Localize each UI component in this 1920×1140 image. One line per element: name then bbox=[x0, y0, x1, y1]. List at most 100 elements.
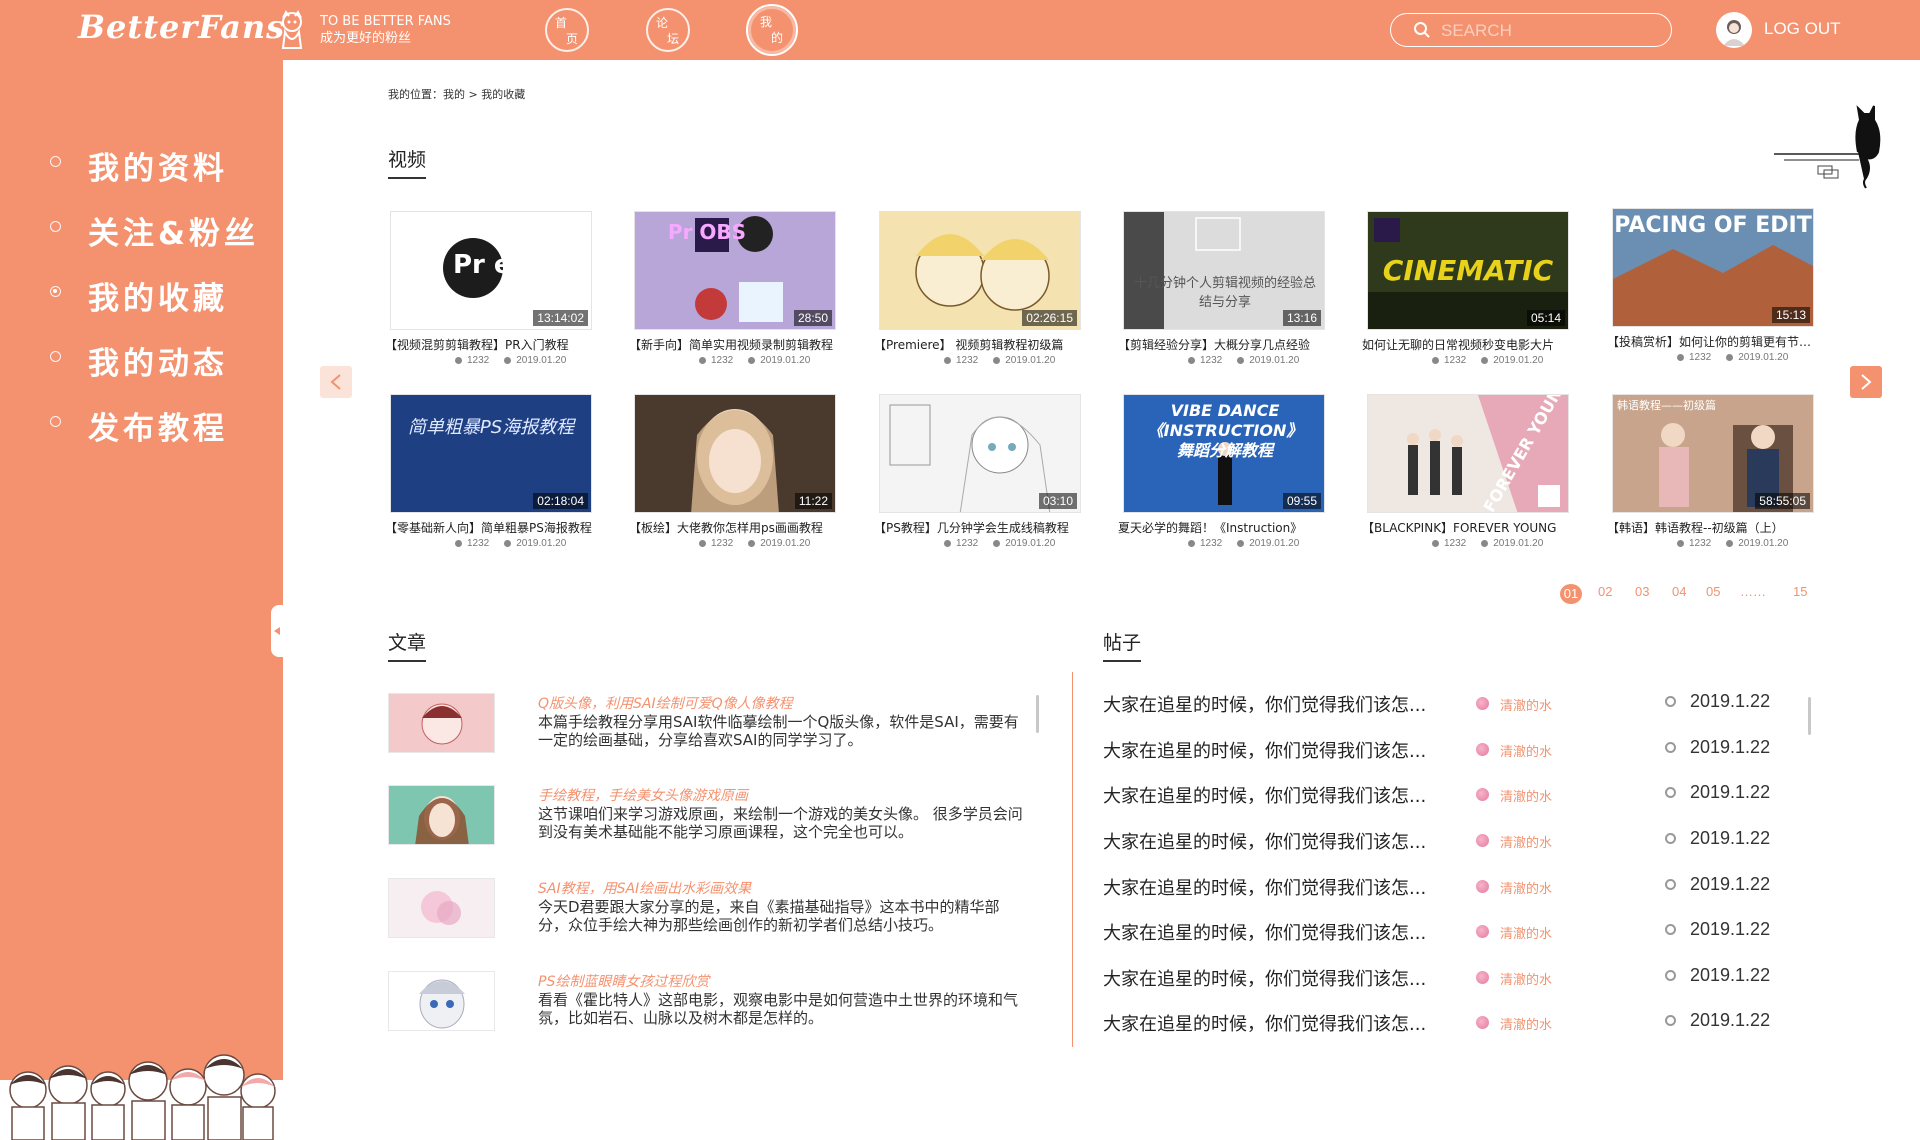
video-title[interactable]: 【零基础新人向】简单粗暴PS海报教程 bbox=[385, 519, 597, 536]
post-row[interactable]: 大家在追星的时候，你们觉得我们该怎... 清澈的水 2019.1.22 bbox=[1103, 1010, 1803, 1036]
sidebar-item-activity[interactable]: 我的动态 bbox=[50, 338, 270, 382]
post-row[interactable]: 大家在追星的时候，你们觉得我们该怎... 清澈的水 2019.1.22 bbox=[1103, 919, 1803, 945]
video-thumbnail[interactable]: 02:26:15 bbox=[879, 211, 1081, 330]
article-title[interactable]: Q版头像，利用SAI绘制可爱Q像人像教程 bbox=[538, 693, 793, 713]
post-author[interactable]: 清澈的水 bbox=[1500, 741, 1552, 760]
video-card[interactable]: CINEMATIC 05:14 如何让无聊的日常视频秒变电影大片 1232 201… bbox=[1362, 211, 1569, 366]
video-card[interactable]: 11:22 【板绘】大佬教你怎样用ps画画教程 1232 2019.01.20 bbox=[629, 394, 836, 549]
video-thumbnail[interactable]: CINEMATIC 05:14 bbox=[1367, 211, 1569, 330]
logo[interactable]: BetterFans bbox=[78, 8, 285, 46]
post-row[interactable]: 大家在追星的时候，你们觉得我们该怎... 清澈的水 2019.1.22 bbox=[1103, 737, 1803, 763]
post-title[interactable]: 大家在追星的时候，你们觉得我们该怎... bbox=[1103, 782, 1426, 808]
video-thumbnail[interactable]: Pr easy 13:14:02 bbox=[390, 211, 592, 330]
page-button-last[interactable]: 15 bbox=[1793, 584, 1807, 599]
search-input[interactable] bbox=[1439, 19, 1663, 43]
video-title[interactable]: 【新手向】简单实用视频录制剪辑教程 bbox=[629, 336, 841, 353]
video-thumbnail[interactable]: 十几分钟个人剪辑视频的经验总结与分享 13:16 bbox=[1123, 211, 1325, 330]
nav-home[interactable]: 首 页 bbox=[545, 8, 589, 52]
article-thumbnail[interactable] bbox=[388, 878, 495, 938]
clock-icon bbox=[1237, 539, 1245, 547]
video-card[interactable]: Pr OBS 28:50 【新手向】简单实用视频录制剪辑教程 1232 2019.… bbox=[629, 211, 836, 366]
post-author[interactable]: 清澈的水 bbox=[1500, 878, 1552, 897]
videos-section-title: 视频 bbox=[388, 145, 427, 179]
page-button-02[interactable]: 02 bbox=[1598, 584, 1612, 599]
post-author[interactable]: 清澈的水 bbox=[1500, 969, 1552, 988]
video-card[interactable]: PACING OF EDIT 15:13 【投稿赏析】如何让你的剪辑更有节奏感 … bbox=[1607, 208, 1819, 363]
sidebar-item-publish[interactable]: 发布教程 bbox=[50, 403, 270, 447]
article-thumbnail[interactable] bbox=[388, 785, 495, 845]
post-title[interactable]: 大家在追星的时候，你们觉得我们该怎... bbox=[1103, 965, 1426, 991]
sidebar-item-follows[interactable]: 关注&粉丝 bbox=[50, 208, 270, 252]
article-title[interactable]: 手绘教程，手绘美女头像游戏原画 bbox=[538, 785, 748, 805]
video-title[interactable]: 【BLACKPINK】FOREVER YOUNG bbox=[1362, 519, 1574, 536]
video-thumbnail[interactable]: 11:22 bbox=[634, 394, 836, 513]
video-card[interactable]: FOREVER YOUNG 【BLACKPINK】FOREVER YOUNG 1… bbox=[1362, 394, 1569, 549]
post-title[interactable]: 大家在追星的时候，你们觉得我们该怎... bbox=[1103, 919, 1426, 945]
sidebar-item-profile[interactable]: 我的资料 bbox=[50, 143, 270, 187]
posts-scrollbar[interactable] bbox=[1808, 697, 1811, 735]
logout-button[interactable]: LOG OUT bbox=[1764, 19, 1841, 39]
post-author[interactable]: 清澈的水 bbox=[1500, 923, 1552, 942]
articles-scrollbar[interactable] bbox=[1036, 695, 1039, 733]
video-title[interactable]: 【PS教程】几分钟学会生成线稿教程 bbox=[874, 519, 1086, 536]
video-title[interactable]: 【剪辑经验分享】大概分享几点经验 bbox=[1118, 336, 1330, 353]
post-title[interactable]: 大家在追星的时候，你们觉得我们该怎... bbox=[1103, 691, 1426, 717]
post-row[interactable]: 大家在追星的时候，你们觉得我们该怎... 清澈的水 2019.1.22 bbox=[1103, 782, 1803, 808]
article-thumbnail[interactable] bbox=[388, 693, 495, 753]
sidebar-item-favorites[interactable]: 我的收藏 bbox=[50, 273, 270, 317]
video-thumbnail[interactable]: FOREVER YOUNG bbox=[1367, 394, 1569, 513]
video-title[interactable]: 夏天必学的舞蹈！《Instruction》 bbox=[1118, 519, 1330, 536]
article-title[interactable]: SAI教程，用SAI绘画出水彩画效果 bbox=[538, 878, 751, 898]
sidebar-collapse-toggle[interactable] bbox=[271, 605, 284, 657]
post-title[interactable]: 大家在追星的时候，你们觉得我们该怎... bbox=[1103, 828, 1426, 854]
article-item[interactable]: PS绘制蓝眼睛女孩过程欣赏 看看《霍比特人》这部电影，观察电影中是如何营造中土世… bbox=[388, 971, 1038, 1041]
video-thumbnail[interactable]: 03:10 bbox=[879, 394, 1081, 513]
video-title[interactable]: 【投稿赏析】如何让你的剪辑更有节奏感 bbox=[1607, 333, 1819, 350]
search-box[interactable] bbox=[1390, 13, 1672, 47]
video-title[interactable]: 【视频混剪剪辑教程】PR入门教程 bbox=[385, 336, 597, 353]
eye-icon bbox=[1677, 353, 1684, 361]
post-author[interactable]: 清澈的水 bbox=[1500, 786, 1552, 805]
video-thumbnail[interactable]: 简单粗暴PS海报教程 02:18:04 bbox=[390, 394, 592, 513]
article-item[interactable]: 手绘教程，手绘美女头像游戏原画 这节课咱们来学习游戏原画，来绘制一个游戏的美女头… bbox=[388, 785, 1038, 855]
post-author[interactable]: 清澈的水 bbox=[1500, 832, 1552, 851]
page-button-05[interactable]: 05 bbox=[1706, 584, 1720, 599]
video-card[interactable]: 03:10 【PS教程】几分钟学会生成线稿教程 1232 2019.01.20 bbox=[874, 394, 1081, 549]
video-card[interactable]: Pr easy 13:14:02 【视频混剪剪辑教程】PR入门教程 1232 20… bbox=[385, 211, 592, 366]
video-title[interactable]: 【韩语】韩语教程--初级篇（上） bbox=[1607, 519, 1819, 536]
post-title[interactable]: 大家在追星的时候，你们觉得我们该怎... bbox=[1103, 1010, 1426, 1036]
article-item[interactable]: Q版头像，利用SAI绘制可爱Q像人像教程 本篇手绘教程分享用SAI软件临摹绘制一… bbox=[388, 693, 1038, 763]
carousel-next-button[interactable] bbox=[1850, 366, 1882, 398]
video-title[interactable]: 【板绘】大佬教你怎样用ps画画教程 bbox=[629, 519, 841, 536]
article-thumbnail[interactable] bbox=[388, 971, 495, 1031]
page-button-03[interactable]: 03 bbox=[1635, 584, 1649, 599]
video-card[interactable]: 韩语教程——初级篇 58:55:05 【韩语】韩语教程--初级篇（上） 1232… bbox=[1607, 394, 1814, 549]
video-card[interactable]: 十几分钟个人剪辑视频的经验总结与分享 13:16 【剪辑经验分享】大概分享几点经… bbox=[1118, 211, 1325, 366]
video-thumbnail[interactable]: VIBE DANCE 《INSTRUCTION》舞蹈分解教程 09:55 bbox=[1123, 394, 1325, 513]
video-card[interactable]: 简单粗暴PS海报教程 02:18:04 【零基础新人向】简单粗暴PS海报教程 1… bbox=[385, 394, 592, 549]
post-row[interactable]: 大家在追星的时候，你们觉得我们该怎... 清澈的水 2019.1.22 bbox=[1103, 965, 1803, 991]
post-row[interactable]: 大家在追星的时候，你们觉得我们该怎... 清澈的水 2019.1.22 bbox=[1103, 874, 1803, 900]
avatar-icon[interactable] bbox=[1716, 12, 1752, 48]
video-title[interactable]: 如何让无聊的日常视频秒变电影大片 bbox=[1362, 336, 1574, 353]
nav-mine[interactable]: 我 的 bbox=[746, 4, 798, 56]
nav-forum[interactable]: 论 坛 bbox=[646, 8, 690, 52]
video-thumbnail[interactable]: Pr OBS 28:50 bbox=[634, 211, 836, 330]
video-thumbnail[interactable]: 韩语教程——初级篇 58:55:05 bbox=[1612, 394, 1814, 513]
post-title[interactable]: 大家在追星的时候，你们觉得我们该怎... bbox=[1103, 737, 1426, 763]
video-thumbnail[interactable]: PACING OF EDIT 15:13 bbox=[1612, 208, 1814, 327]
post-author[interactable]: 清澈的水 bbox=[1500, 695, 1552, 714]
video-card[interactable]: VIBE DANCE 《INSTRUCTION》舞蹈分解教程 09:55 夏天必… bbox=[1118, 394, 1325, 549]
page-button-01[interactable]: 01 bbox=[1560, 584, 1582, 604]
post-author[interactable]: 清澈的水 bbox=[1500, 1014, 1552, 1033]
page-button-04[interactable]: 04 bbox=[1672, 584, 1686, 599]
article-title[interactable]: PS绘制蓝眼睛女孩过程欣赏 bbox=[538, 971, 709, 991]
video-card[interactable]: 02:26:15 【Premiere】 视频剪辑教程初级篇 1232 2019.0… bbox=[874, 211, 1081, 366]
post-row[interactable]: 大家在追星的时候，你们觉得我们该怎... 清澈的水 2019.1.22 bbox=[1103, 828, 1803, 854]
video-title[interactable]: 【Premiere】 视频剪辑教程初级篇 bbox=[874, 336, 1086, 353]
post-title[interactable]: 大家在追星的时候，你们觉得我们该怎... bbox=[1103, 874, 1426, 900]
carousel-prev-button[interactable] bbox=[320, 366, 352, 398]
video-date: 2019.01.20 bbox=[1738, 538, 1789, 549]
article-item[interactable]: SAI教程，用SAI绘画出水彩画效果 今天D君要跟大家分享的是，来自《素描基础指… bbox=[388, 878, 1038, 948]
post-row[interactable]: 大家在追星的时候，你们觉得我们该怎... 清澈的水 2019.1.22 bbox=[1103, 691, 1803, 717]
